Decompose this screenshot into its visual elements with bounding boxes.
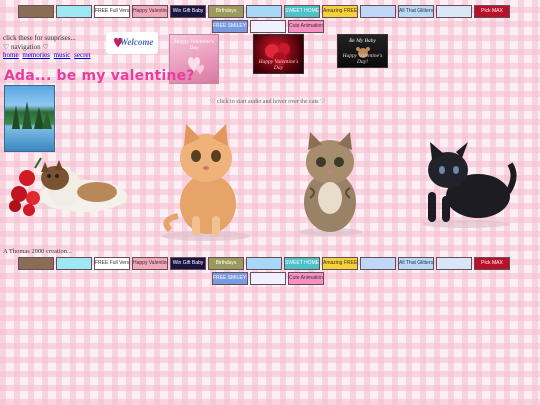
banner-ad[interactable]: Cute Animations: [288, 272, 324, 285]
navigation-heading: ♡ navigation ♡: [3, 42, 49, 51]
banner-ad[interactable]: [360, 257, 396, 270]
footer-credit: A Thomas 2000 creation...: [3, 248, 72, 255]
navigation-links: home memories music secret: [3, 51, 92, 60]
banner-ad[interactable]: Cute Animations: [288, 20, 324, 33]
banner-ad[interactable]: Win Gift Baby: [170, 257, 206, 270]
banner-ad[interactable]: Birthdays: [208, 5, 244, 18]
top-banner-row-2: FREE SMILEYS Cute Animations: [212, 20, 324, 33]
banner-ad[interactable]: [436, 257, 472, 270]
baby-card-line2: Happy Valentine's Day!: [342, 53, 383, 65]
roses-icon: [9, 157, 42, 216]
audio-hint: ♡ click to start audio and hover over th…: [210, 99, 326, 105]
roses-card-image: Happy Valentine's Day: [253, 34, 304, 74]
banner-ad[interactable]: SWEET HOMEPAGE: [284, 257, 320, 270]
welcome-text: Welcome: [120, 37, 154, 47]
welcome-image: Welcome: [106, 32, 158, 54]
nav-link-secret[interactable]: secret: [74, 51, 90, 59]
banner-ad[interactable]: [18, 5, 54, 18]
banner-ad[interactable]: Amazing FREE STUFF: [322, 257, 358, 270]
banner-ad[interactable]: [246, 257, 282, 270]
top-banner-row: FREE Full Version!!!Happy Valentine's Da…: [18, 5, 510, 18]
banner-ad[interactable]: Happy Valentine's Day!: [132, 257, 168, 270]
page-title: Ada... be my valentine?: [4, 68, 195, 84]
cat-with-roses-image[interactable]: [5, 148, 130, 220]
banner-ad[interactable]: [250, 20, 286, 33]
banner-ad[interactable]: FREE SMILEYS: [212, 20, 248, 33]
banner-ad[interactable]: [250, 272, 286, 285]
orange-kitten-image[interactable]: [150, 120, 260, 242]
banner-ad[interactable]: All That Glitters: [398, 257, 434, 270]
nav-link-music[interactable]: music: [54, 51, 71, 59]
banner-ad[interactable]: Amazing FREE STUFF: [322, 5, 358, 18]
bottom-banner-row-2: FREE SMILEYS Cute Animations: [212, 272, 324, 285]
banner-ad[interactable]: [56, 5, 92, 18]
banner-ad[interactable]: [56, 257, 92, 270]
forest-icon: [12, 101, 52, 129]
nav-link-home[interactable]: home: [3, 51, 19, 59]
banner-ad[interactable]: [246, 5, 282, 18]
waterfall-image[interactable]: [4, 85, 55, 152]
tabby-kitten-image[interactable]: [288, 128, 372, 236]
banner-ad[interactable]: SWEET HOMEPAGE: [284, 5, 320, 18]
nav-link-memories[interactable]: memories: [22, 51, 50, 59]
banner-ad[interactable]: Win Gift Baby: [170, 5, 206, 18]
banner-ad[interactable]: FREE Full Version!!!: [94, 5, 130, 18]
banner-ad[interactable]: All That Glitters: [398, 5, 434, 18]
intro-block: click these for suuprises... ♡ navigatio…: [3, 34, 92, 60]
black-kitten-image[interactable]: [414, 140, 518, 228]
intro-line: click these for suuprises...: [3, 34, 76, 42]
be-my-baby-card-image: Be My Baby Happy Valentine's Day!: [337, 34, 388, 68]
bottom-banner-row: FREE Full Version!!!Happy Valentine's Da…: [18, 257, 510, 270]
banner-ad[interactable]: Happy Valentine's Day!: [132, 5, 168, 18]
banner-ad[interactable]: FREE SMILEYS: [212, 272, 248, 285]
banner-ad[interactable]: [18, 257, 54, 270]
banner-ad[interactable]: Birthdays: [208, 257, 244, 270]
banner-ad[interactable]: [360, 5, 396, 18]
banner-ad[interactable]: Pick MAX: [474, 5, 510, 18]
banner-ad[interactable]: FREE Full Version!!!: [94, 257, 130, 270]
roses-card-text: Happy Valentine's Day: [258, 59, 299, 71]
banner-ad[interactable]: [436, 5, 472, 18]
banner-ad[interactable]: Pick MAX: [474, 257, 510, 270]
